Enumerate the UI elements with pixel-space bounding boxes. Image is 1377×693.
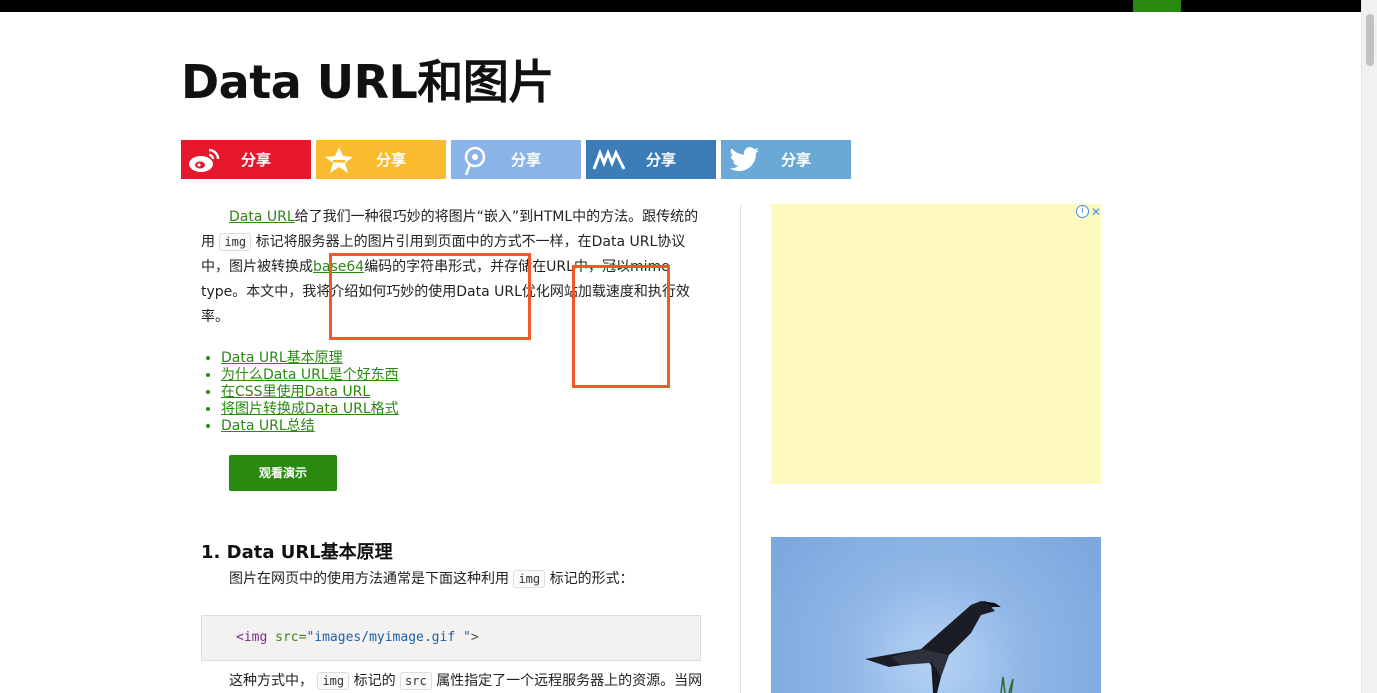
share-qzone-label: 分享 — [376, 151, 407, 169]
column-divider — [740, 205, 741, 693]
data-url-link[interactable]: Data URL — [229, 209, 295, 225]
renren-icon — [586, 140, 632, 179]
tencent-weibo-icon — [451, 140, 497, 179]
adchoices[interactable]: i ✕ — [1075, 204, 1101, 219]
img-inline-code: img — [317, 672, 350, 690]
code-tag: <img — [236, 630, 268, 645]
share-bar: 分享 分享 分享 分享 分享 — [181, 140, 851, 179]
toc-item: Data URL总结 — [221, 418, 701, 435]
top-bar — [0, 0, 1361, 12]
toc-link-convert[interactable]: 将图片转换成Data URL格式 — [221, 401, 399, 417]
section-text-after: 标记的形式： — [549, 571, 634, 587]
para2-text-2: 标记的 — [353, 673, 396, 689]
share-weibo-button[interactable]: 分享 — [181, 140, 311, 179]
toc-link-basics[interactable]: Data URL基本原理 — [221, 350, 343, 366]
toc-link-css[interactable]: 在CSS里使用Data URL — [221, 384, 370, 400]
highlight-box-1 — [329, 253, 531, 340]
share-qzone-button[interactable]: 分享 — [316, 140, 446, 179]
share-tencent-label: 分享 — [511, 151, 542, 169]
scrollbar-thumb[interactable] — [1366, 14, 1374, 66]
code-sample-block: <img src="images/myimage.gif "> — [201, 615, 701, 661]
watch-demo-button[interactable]: 观看演示 — [229, 455, 337, 491]
weibo-icon — [181, 140, 227, 179]
para2-text-1: 这种方式中， — [229, 673, 313, 689]
code-close: > — [470, 630, 479, 645]
share-weibo-label: 分享 — [241, 151, 272, 169]
img-inline-code: img — [219, 233, 252, 251]
share-tencent-button[interactable]: 分享 — [451, 140, 581, 179]
toc-link-why-good[interactable]: 为什么Data URL是个好东西 — [221, 367, 399, 383]
section-text-before: 图片在网页中的使用方法通常是下面这种利用 — [229, 571, 509, 587]
qzone-star-icon — [316, 140, 362, 179]
section-basics-paragraph: 图片在网页中的使用方法通常是下面这种利用 img 标记的形式： — [201, 567, 701, 591]
top-bar-accent — [1133, 0, 1181, 12]
share-renren-label: 分享 — [646, 151, 677, 169]
code-attr: src= — [275, 630, 307, 645]
section-heading-basics: 1. Data URL基本原理 — [201, 542, 393, 563]
src-inline-code: src — [400, 672, 432, 690]
highlight-box-2 — [572, 265, 670, 388]
vertical-scrollbar[interactable] — [1361, 0, 1377, 693]
share-twitter-label: 分享 — [781, 151, 812, 169]
origami-crow-illustration — [865, 601, 1014, 693]
share-renren-button[interactable]: 分享 — [586, 140, 716, 179]
share-twitter-button[interactable]: 分享 — [721, 140, 851, 179]
paragraph-two: 这种方式中， img 标记的 src 属性指定了一个远程服务器上的资源。当网 — [201, 669, 703, 693]
img-inline-code: img — [513, 570, 546, 588]
para2-text-3: 属性指定了一个远程服务器上的资源。当网 — [436, 673, 703, 689]
toc-link-summary[interactable]: Data URL总结 — [221, 418, 315, 434]
ad-info-icon[interactable]: i — [1075, 205, 1089, 218]
origami-bird-image — [771, 537, 1101, 693]
ad-banner[interactable]: i ✕ — [771, 204, 1101, 484]
page-title: Data URL和图片 — [181, 55, 554, 109]
toc-item: 将图片转换成Data URL格式 — [221, 401, 701, 418]
ad-close-icon[interactable]: ✕ — [1091, 205, 1101, 219]
code-value: "images/myimage.gif " — [306, 630, 471, 645]
twitter-bird-icon — [721, 140, 767, 179]
